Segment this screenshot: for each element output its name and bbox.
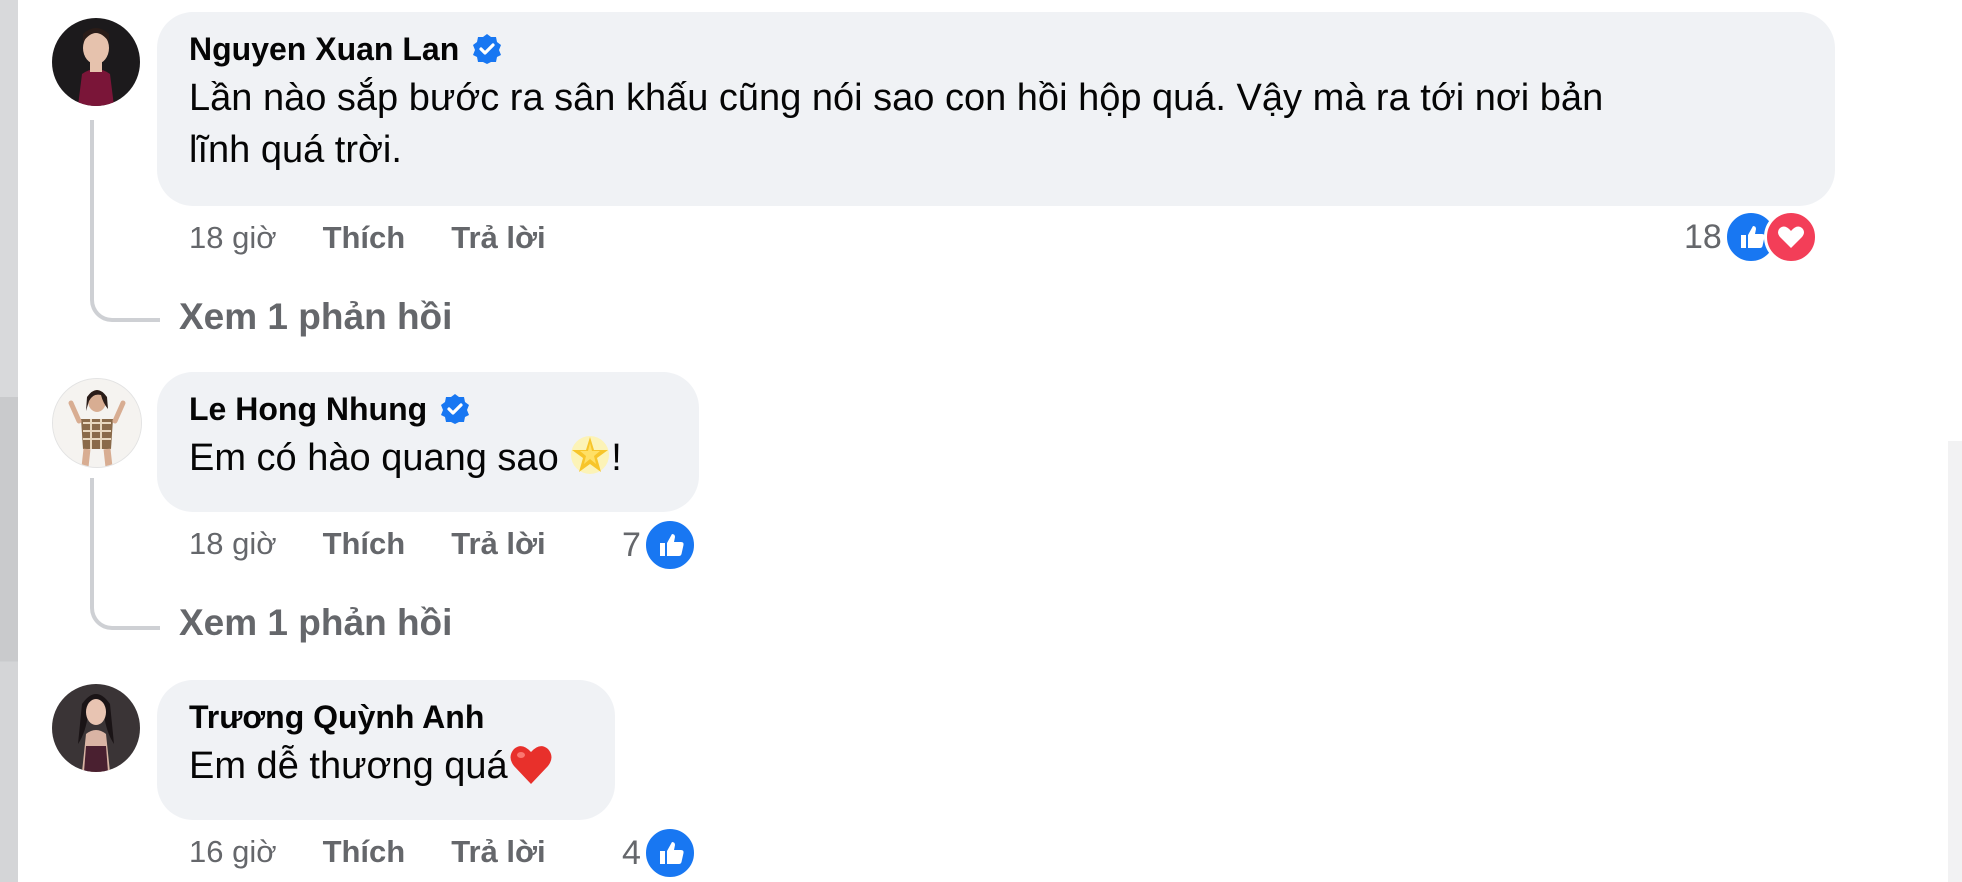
comments-screen: Nguyen Xuan Lan Lần nào sắp bước ra sân … [0,0,1962,882]
comment-bubble: Le Hong Nhung Em có hào quang sao ! [157,372,699,512]
verified-badge-icon [439,393,471,425]
reaction-summary[interactable]: 18 [1684,210,1818,264]
star-glow-emoji [569,434,611,476]
like-button[interactable]: Thích [323,834,406,870]
reaction-count: 7 [622,525,641,564]
avatar[interactable] [52,18,140,106]
comment-actions: 16 giờ Thích Trả lời [189,834,546,870]
comment-actions: 18 giờ Thích Trả lời [189,526,546,562]
view-replies-link[interactable]: Xem 1 phản hồi [179,296,452,338]
comment-actions: 18 giờ Thích Trả lời [189,220,546,256]
reply-button[interactable]: Trả lời [451,526,545,562]
like-button[interactable]: Thích [323,220,406,256]
reply-button[interactable]: Trả lời [451,220,545,256]
love-icon [1763,210,1818,264]
like-button[interactable]: Thích [323,526,406,562]
reaction-count: 18 [1684,217,1722,256]
comment-text: Em có hào quang sao ! [189,432,667,484]
red-heart-emoji [508,742,554,786]
comment-bubble: Nguyen Xuan Lan Lần nào sắp bước ra sân … [157,12,1835,206]
author-name[interactable]: Trương Quỳnh Anh [189,698,484,736]
author-name[interactable]: Le Hong Nhung [189,390,427,428]
like-icon [642,826,697,880]
timestamp[interactable]: 18 giờ [189,526,277,562]
background-right-edge [1948,0,1962,882]
avatar[interactable] [52,684,140,772]
timestamp[interactable]: 16 giờ [189,834,277,870]
timestamp[interactable]: 18 giờ [189,220,277,256]
comment-text: Em dễ thương quá [189,740,583,792]
reaction-summary[interactable]: 4 [622,826,697,880]
author-name[interactable]: Nguyen Xuan Lan [189,30,459,68]
reply-button[interactable]: Trả lời [451,834,545,870]
reaction-summary[interactable]: 7 [622,518,697,572]
like-icon [642,518,697,572]
view-replies-link[interactable]: Xem 1 phản hồi [179,602,452,644]
thread-connector-line [90,478,160,630]
comment-bubble: Trương Quỳnh Anh Em dễ thương quá [157,680,615,820]
avatar[interactable] [52,378,142,468]
thread-connector-line [90,120,160,322]
comment-text: Lần nào sắp bước ra sân khấu cũng nói sa… [189,77,1604,171]
reaction-count: 4 [622,833,641,872]
verified-badge-icon [471,33,503,65]
background-left-edge [0,0,18,882]
